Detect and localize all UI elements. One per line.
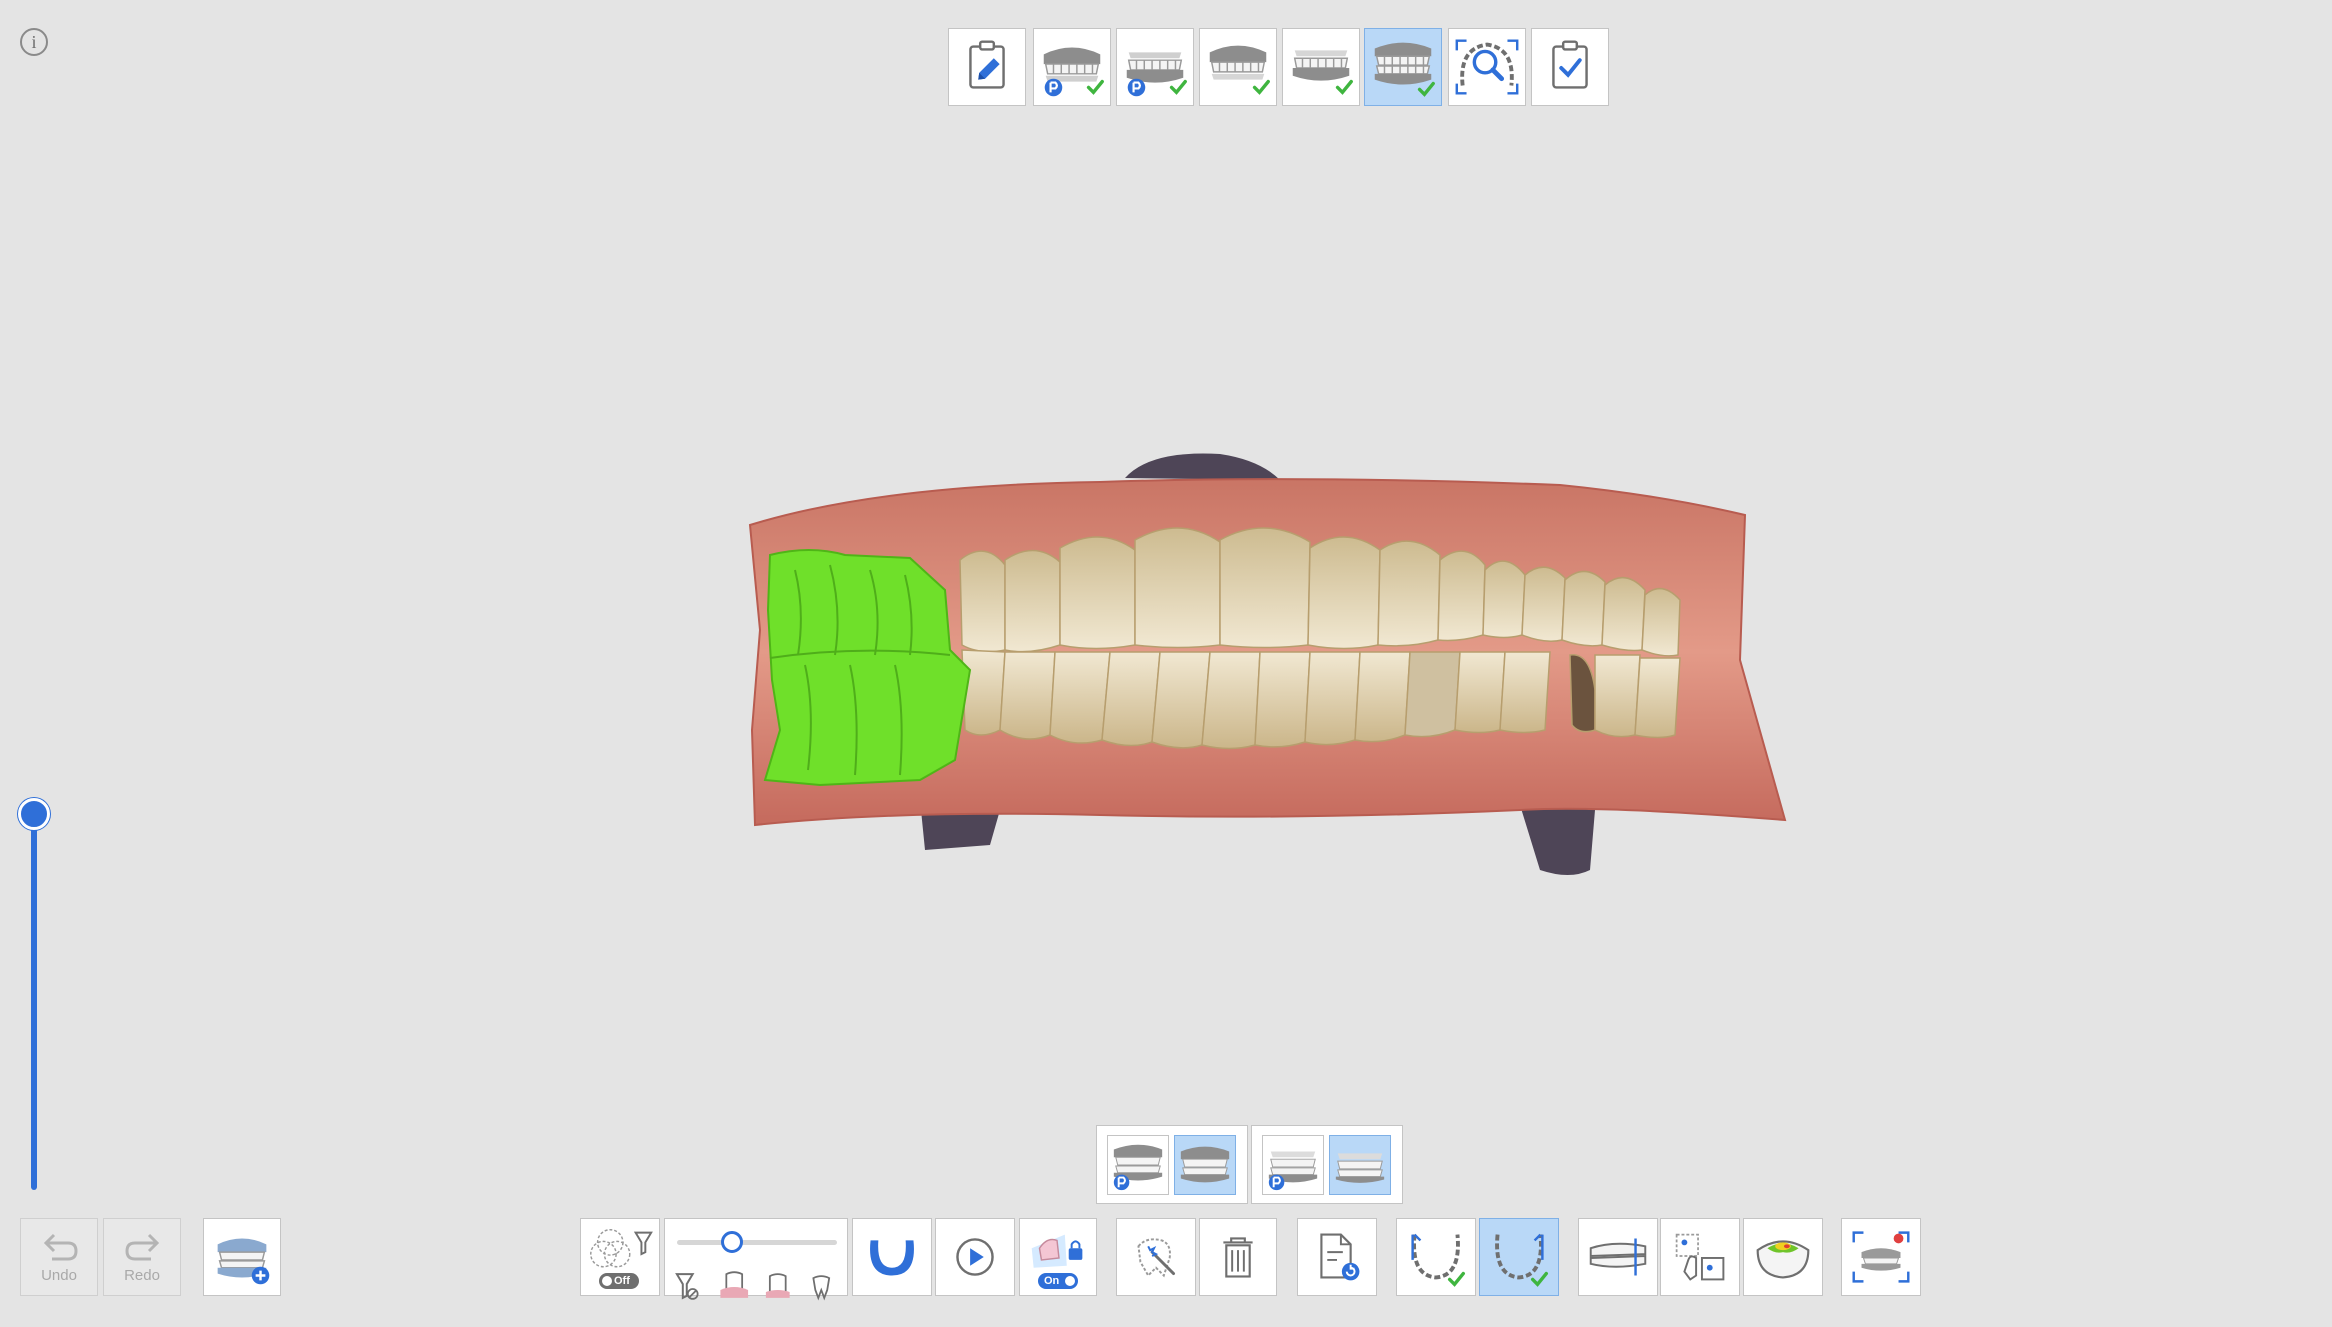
add-scan-button[interactable] [203, 1218, 281, 1296]
lower-arch-check-icon [1495, 1233, 1548, 1287]
scan-review-step[interactable] [1448, 28, 1526, 106]
upper-jaw-icon [1209, 45, 1270, 95]
lock-toggle-switch[interactable]: On [1038, 1273, 1078, 1289]
pencil-clipboard-icon [969, 40, 1005, 89]
undo-label: Undo [41, 1267, 77, 1284]
redo-button[interactable]: Redo [103, 1218, 181, 1296]
delete-button[interactable] [1199, 1218, 1277, 1296]
lower-jaw-step[interactable] [1282, 28, 1360, 106]
document-restore-icon [1320, 1233, 1360, 1281]
upper-jaw-pre-op-icon [1043, 47, 1104, 97]
filter-off-icon [675, 1273, 699, 1300]
occlusion-align-button[interactable] [1578, 1218, 1658, 1296]
model-base [1125, 453, 1280, 480]
upper-arch-check-icon [1411, 1233, 1465, 1287]
play-icon [956, 1238, 994, 1276]
jaw-view-icon [1335, 1153, 1385, 1183]
tooth-gum-line-icon [765, 1273, 790, 1298]
filter-toggle-button[interactable]: Off [580, 1218, 660, 1296]
edit-info-step[interactable] [948, 28, 1026, 106]
info-icon[interactable]: i [20, 28, 48, 56]
bite-align-icon [1589, 1238, 1647, 1276]
pre-op-jaw-icon [1268, 1151, 1318, 1191]
lower-jaw-pre-op-icon [1126, 52, 1187, 97]
occlusion-view-icon [1180, 1146, 1230, 1183]
complete-step[interactable] [1531, 28, 1609, 106]
redo-label: Redo [124, 1267, 160, 1284]
upper-jaw-step[interactable] [1199, 28, 1277, 106]
undo-button[interactable]: Undo [20, 1218, 98, 1296]
arch-magnifier-icon [1455, 39, 1519, 95]
brightness-slider-track[interactable] [31, 812, 37, 1190]
capture-screen-button[interactable] [1841, 1218, 1921, 1296]
filter-level-knob[interactable] [721, 1231, 743, 1253]
tooth-only-icon [812, 1275, 831, 1301]
point-align-icon [1675, 1233, 1725, 1281]
filter-toggle-switch[interactable]: Off [599, 1273, 639, 1289]
filter-level-icons [675, 1271, 831, 1301]
current-lower-model-button[interactable] [1329, 1135, 1391, 1195]
filter-level-track[interactable] [677, 1240, 837, 1245]
lower-jaw-pre-op-step[interactable] [1116, 28, 1194, 106]
gum-tooth-icon [720, 1271, 749, 1298]
jaw-add-icon [217, 1238, 270, 1285]
contact-map-icon [1756, 1240, 1810, 1279]
brightness-slider-knob[interactable] [18, 798, 50, 830]
filter-level-slider-panel [664, 1218, 848, 1301]
play-button[interactable] [935, 1218, 1015, 1296]
pre-op-model-button[interactable] [1107, 1135, 1169, 1195]
lower-jaw-icon [1292, 50, 1353, 95]
restore-data-button[interactable] [1297, 1218, 1377, 1296]
screenshot-icon [1852, 1231, 1910, 1283]
redo-icon [125, 1233, 160, 1261]
undo-icon [43, 1233, 78, 1261]
filter-toggle-label: Off [614, 1275, 630, 1287]
upper-jaw-pre-op-step[interactable] [1033, 28, 1111, 106]
manual-align-button[interactable] [1660, 1218, 1740, 1296]
selected-region [763, 549, 972, 787]
u-tray-icon [870, 1240, 914, 1276]
occlusion-icon [1374, 42, 1435, 97]
pre-op-lower-model-button[interactable] [1262, 1135, 1324, 1195]
occlusion-step[interactable] [1364, 28, 1442, 106]
tooth-magic-wand-icon [1137, 1238, 1176, 1278]
smart-select-button[interactable] [1116, 1218, 1196, 1296]
pre-op-occlusion-icon [1113, 1144, 1163, 1191]
lower-arch-trim-button[interactable] [1479, 1218, 1559, 1296]
upper-arch-trim-button[interactable] [1396, 1218, 1476, 1296]
check-clipboard-icon [1552, 40, 1588, 89]
trash-icon [1223, 1237, 1253, 1278]
tray-view-button[interactable] [852, 1218, 932, 1296]
lock-toggle-label: On [1044, 1275, 1060, 1287]
lock-toggle-button[interactable]: On [1019, 1218, 1097, 1296]
scan-model-viewport[interactable] [700, 430, 1800, 900]
occlusion-analysis-button[interactable] [1743, 1218, 1823, 1296]
current-model-button[interactable] [1174, 1135, 1236, 1195]
